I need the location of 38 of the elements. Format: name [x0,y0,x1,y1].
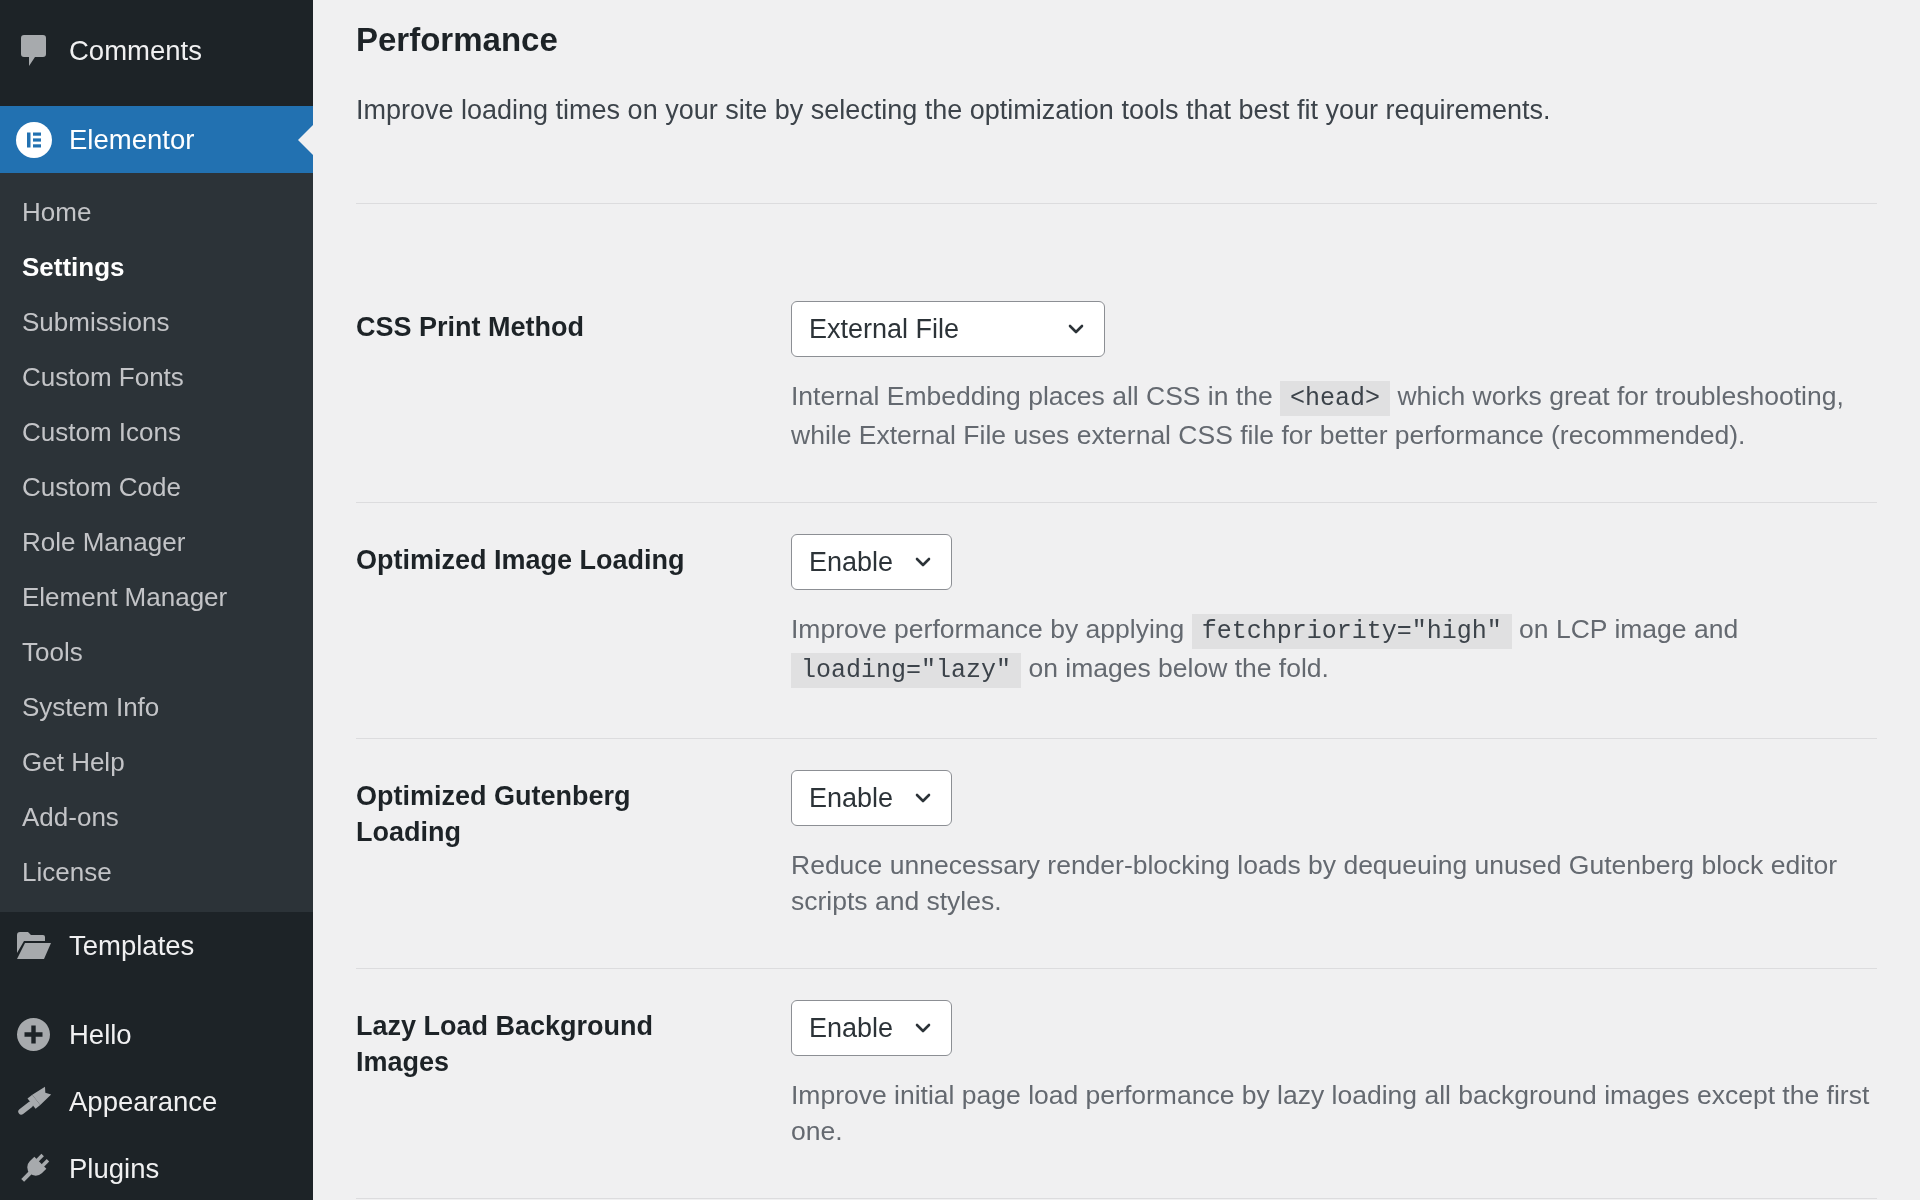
submenu-item[interactable]: Role Manager [0,515,313,570]
submenu-item[interactable]: Tools [0,625,313,680]
select-dropdown[interactable]: Enable [791,1000,953,1056]
setting-label: Lazy Load Background Images [356,1010,655,1079]
page-intro: Improve loading times on your site by selecting the optimization tools that best fit your requirements. [356,94,1552,127]
speech-bubble-icon [21,35,46,66]
setting-label: CSS Print Method [356,311,585,344]
setting-description: Improve performance by applying fetchpriority="high" on LCP image and loading="lazy" on images below the fold. [791,611,1877,689]
submenu-item[interactable]: Custom Fonts [0,350,313,405]
sidebar-menu-item[interactable]: Plugins [0,1135,313,1200]
select-dropdown[interactable]: Enable [791,770,953,826]
submenu-item[interactable]: Custom Icons [0,405,313,460]
submenu-item[interactable]: Element Manager [0,570,313,625]
menu-logo-icon [15,121,52,158]
submenu-item[interactable]: Submissions [0,295,313,350]
folder-icon [16,932,51,959]
sidebar-menu-item[interactable]: Appearance [0,1068,313,1135]
submenu-item[interactable]: Add-ons [0,790,313,845]
submenu-item[interactable]: Get Help [0,735,313,790]
current-pointer-icon [298,124,313,155]
select-dropdown[interactable]: Enable [791,534,953,590]
page-title: Performance [356,20,559,60]
paint-brush-icon [15,1085,52,1118]
sidebar-menu-item[interactable]: Templates [0,912,313,979]
setting-label: Optimized Image Loading [356,544,686,577]
sidebar-menu-item[interactable]: Hello [0,1001,313,1068]
submenu-item[interactable]: System Info [0,680,313,735]
setting-description: Improve initial page load performance by lazy loading all background images except the first one. [791,1079,1871,1148]
submenu-item[interactable]: Home [0,185,313,240]
submenu-item[interactable]: Custom Code [0,460,313,515]
select-dropdown[interactable]: External File [791,301,1105,357]
sidebar-menu-item[interactable]: Comments [0,17,313,84]
setting-description: Internal Embedding places all CSS in the <head> which works great for troubleshooting, while External File uses external CSS file for better performance (recommended). [791,380,1845,452]
setting-description: Reduce unnecessary render-blocking loads by dequeuing unused Gutenberg block editor scripts and styles. [791,849,1838,918]
submenu-item[interactable]: Settings [0,240,313,295]
submenu-item[interactable]: License [0,845,313,900]
setting-label: Optimized Gutenberg Loading [356,780,632,849]
sidebar-menu-item[interactable]: Elementor [0,106,313,173]
